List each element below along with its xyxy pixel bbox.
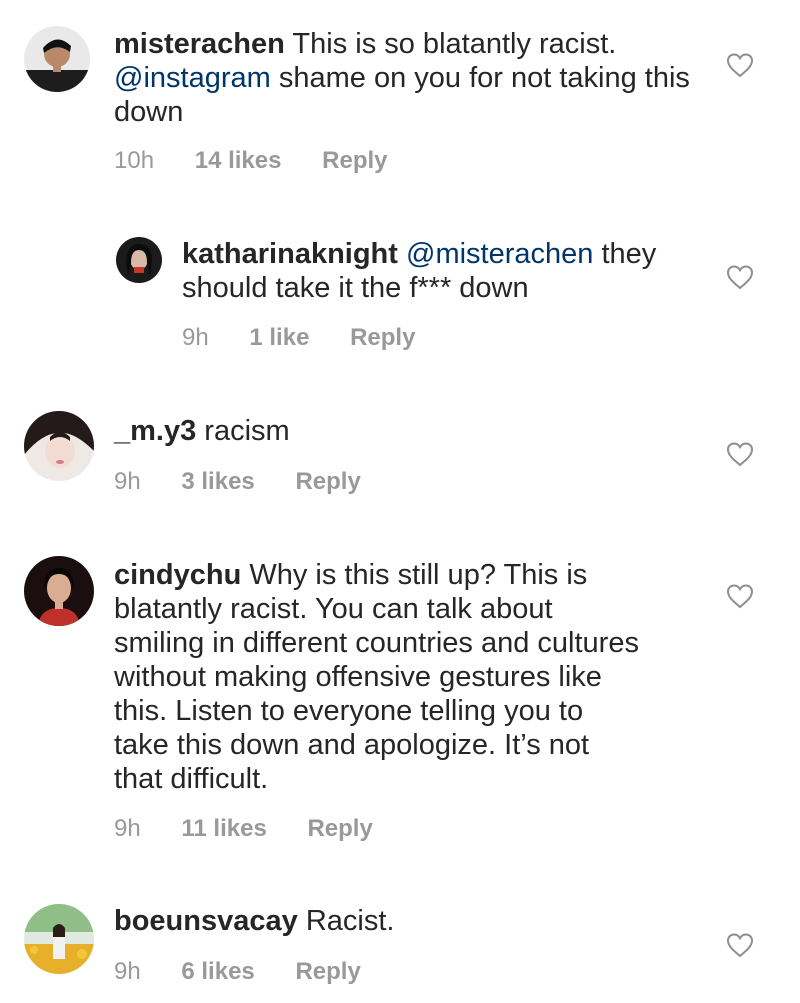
username-link[interactable]: cindychu	[114, 559, 241, 591]
username-link[interactable]: boeunsvacay	[114, 905, 298, 937]
likes-count[interactable]: 14 likes	[195, 147, 282, 175]
username-link[interactable]: misterachen	[114, 28, 285, 60]
avatar-image	[116, 237, 162, 283]
comment-text: cindychu Why is this still up? This is b…	[114, 558, 644, 796]
avatar-boeunsvacay[interactable]	[24, 904, 94, 974]
comment-meta: 9h 3 likes Reply	[114, 468, 361, 496]
reply-button[interactable]: Reply	[322, 147, 387, 175]
comment-body: This is so blatantly racist.	[292, 28, 617, 60]
comment-katharinaknight: katharinaknight @misterachen they should…	[0, 200, 800, 380]
comment-text: katharinaknight @misterachen they should…	[182, 237, 702, 305]
reply-button[interactable]: Reply	[295, 958, 360, 986]
comment-meta: 9h 6 likes Reply	[114, 958, 361, 986]
mention-link[interactable]: @instagram	[114, 62, 271, 94]
comment-text: _m.y3 racism	[114, 414, 704, 448]
timestamp: 9h	[114, 958, 141, 985]
heart-outline-icon[interactable]	[726, 583, 754, 609]
comment-body: Racist.	[305, 905, 395, 937]
comment-m-y3: _m.y3 racism 9h 3 likes Reply	[0, 380, 800, 520]
timestamp: 9h	[114, 468, 141, 495]
comment-misterachen: misterachen This is so blatantly racist.…	[0, 0, 800, 200]
avatar-katharinaknight[interactable]	[116, 237, 162, 283]
avatar-m-y3[interactable]	[24, 411, 94, 481]
heart-outline-icon[interactable]	[726, 441, 754, 467]
avatar-image	[24, 904, 94, 974]
comment-meta: 9h 1 like Reply	[182, 324, 415, 352]
avatar-image	[24, 556, 94, 626]
comment-cindychu: cindychu Why is this still up? This is b…	[0, 520, 800, 860]
likes-count[interactable]: 1 like	[249, 324, 309, 352]
comment-meta: 9h 11 likes Reply	[114, 815, 373, 843]
mention-link[interactable]: @misterachen	[406, 238, 593, 270]
heart-outline-icon[interactable]	[726, 52, 754, 78]
comment-body: Why is this still up? This is blatantly …	[114, 559, 639, 795]
comment-boeunsvacay: boeunsvacay Racist. 9h 6 likes Reply	[0, 860, 800, 1003]
heart-outline-icon[interactable]	[726, 264, 754, 290]
likes-count[interactable]: 6 likes	[181, 958, 254, 986]
likes-count[interactable]: 3 likes	[181, 468, 254, 496]
likes-count[interactable]: 11 likes	[181, 815, 266, 843]
comment-meta: 10h 14 likes Reply	[114, 147, 388, 175]
username-link[interactable]: katharinaknight	[182, 238, 398, 270]
comment-body: racism	[204, 415, 290, 447]
avatar-image	[24, 411, 94, 481]
username-link[interactable]: _m.y3	[114, 415, 196, 447]
avatar-image	[24, 26, 90, 92]
timestamp: 10h	[114, 147, 155, 174]
reply-button[interactable]: Reply	[307, 815, 372, 843]
heart-outline-icon[interactable]	[726, 932, 754, 958]
timestamp: 9h	[114, 815, 141, 842]
timestamp: 9h	[182, 324, 209, 351]
reply-button[interactable]: Reply	[350, 324, 415, 352]
comment-text: misterachen This is so blatantly racist.…	[114, 27, 704, 129]
reply-button[interactable]: Reply	[295, 468, 360, 496]
avatar-cindychu[interactable]	[24, 556, 94, 626]
avatar-misterachen[interactable]	[24, 26, 90, 92]
comment-text: boeunsvacay Racist.	[114, 904, 704, 938]
